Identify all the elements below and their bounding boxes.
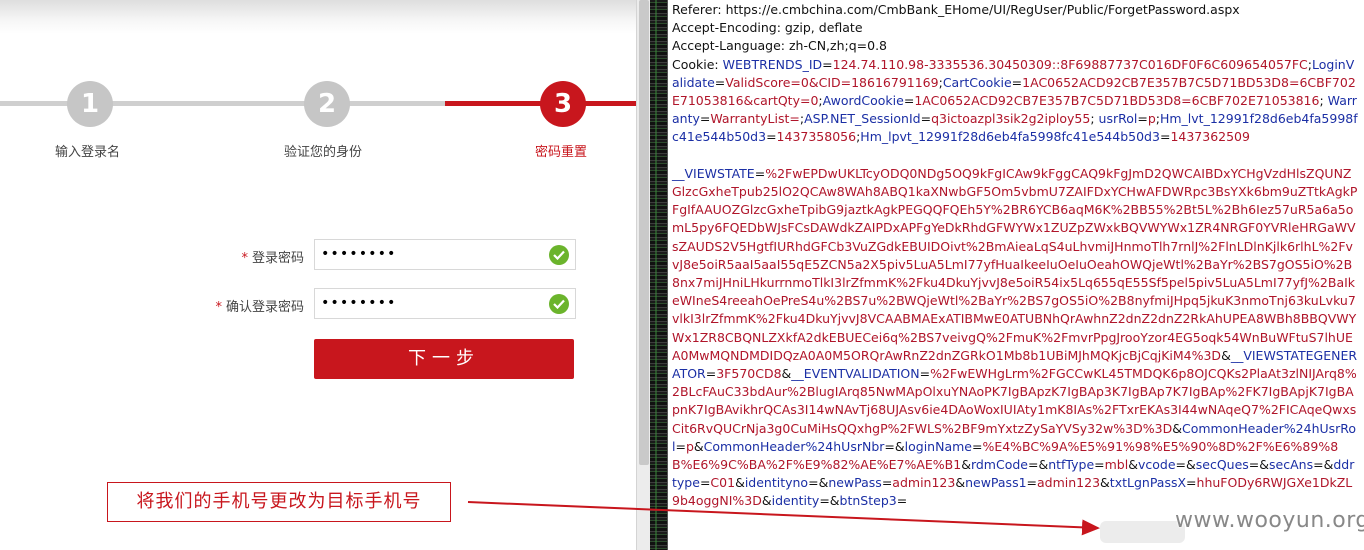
- param-separator: &: [818, 475, 829, 491]
- header-referer: Referer: https://e.cmbchina.com/CmbBank_…: [672, 2, 1240, 17]
- param-key: btnStep3: [839, 493, 897, 509]
- watermark: www.wooyun.org: [1175, 508, 1364, 533]
- param-separator: &: [961, 457, 971, 473]
- param-value: admin123: [892, 475, 956, 491]
- password-row: * 登录密码 ••••••••: [0, 239, 636, 271]
- cookie-value: 1AC0652ACD92CB7E357B7C5D71BD53D8=6CBF702…: [914, 93, 1320, 109]
- cookie-key: CartCookie: [942, 74, 1012, 90]
- required-mark: *: [241, 251, 248, 266]
- cookie-key: WEBTRENDS_ID: [722, 56, 823, 72]
- cookie-prefix: Cookie:: [672, 56, 723, 72]
- param-value: mbl: [1104, 457, 1129, 473]
- confirm-password-label: * 确认登录密码: [215, 296, 304, 315]
- param-separator: &: [955, 475, 966, 491]
- param-key: vcode: [1137, 457, 1176, 473]
- cookie-separator: ;: [1319, 93, 1328, 109]
- cookie-value: ValidScore=0&CID=18616791169: [725, 74, 939, 90]
- password-label-text: 登录密码: [251, 251, 304, 266]
- param-key: txtLgnPassX: [1109, 475, 1187, 491]
- param-key: loginName: [904, 438, 972, 454]
- required-mark: *: [215, 300, 222, 315]
- pane-divider-line: [655, 0, 657, 550]
- cookie-value: q3ictoazpl3sik2g2iploy55: [931, 111, 1091, 127]
- param-value: %2FwEPDwUKLTcyODQ0NDg5OQ9kFgICAw9kFggCAQ…: [672, 165, 1358, 363]
- annotation-callout: 将我们的手机号更改为目标手机号: [107, 482, 451, 522]
- confirm-label-text: 确认登录密码: [225, 300, 304, 315]
- cookie-key: AwordCookie: [822, 93, 904, 109]
- cookie-value: 1437362509: [1170, 129, 1250, 145]
- param-separator: &: [1172, 420, 1182, 436]
- param-key: ntfType: [1048, 457, 1095, 473]
- step-2-label: 验证您的身份: [284, 145, 363, 160]
- pane-divider: [650, 0, 667, 550]
- param-key: __EVENTVALIDATION: [791, 366, 920, 382]
- param-separator: &: [1128, 457, 1138, 473]
- param-separator: &: [781, 366, 792, 382]
- param-value: C01: [710, 475, 736, 491]
- step-1-circle: 1: [67, 81, 113, 127]
- cookie-key: usrRol: [1098, 111, 1138, 127]
- param-value: p: [685, 438, 694, 454]
- param-separator: &: [1323, 457, 1334, 473]
- step-1-label: 输入登录名: [55, 145, 121, 160]
- left-scrollbar-thumb[interactable]: [639, 0, 649, 465]
- param-separator: &: [1259, 457, 1270, 473]
- cookie-value: p: [1147, 111, 1156, 127]
- cookie-value: 124.74.110.98-3335536.30450309::8F698877…: [832, 56, 1308, 72]
- param-key: identity: [771, 493, 820, 509]
- param-value: 3F570CD8: [716, 366, 782, 382]
- header-fade: [0, 0, 636, 34]
- cookie-value: 1437358056: [776, 129, 857, 145]
- param-key: rdmCode: [970, 457, 1028, 473]
- header-accept-encoding: Accept-Encoding: gzip, deflate: [672, 20, 863, 36]
- param-separator: &: [829, 493, 840, 509]
- param-separator: &: [1038, 457, 1049, 473]
- param-separator: &: [1221, 347, 1231, 363]
- step-3-circle: 3: [540, 81, 586, 127]
- redacted-phone-number: [1100, 521, 1185, 543]
- request-body: __VIEWSTATE=%2FwEPDwUKLTcyODQ0NDg5OQ9kFg…: [672, 165, 1358, 509]
- param-separator: &: [1100, 475, 1110, 491]
- cookie-key: Hm_lpvt_12991f28d6eb4fa5998fc41e544b50d3: [860, 129, 1160, 145]
- confirm-password-row: * 确认登录密码 ••••••••: [0, 288, 636, 320]
- left-scrollbar[interactable]: [636, 0, 650, 550]
- cookie-key: ASP.NET_SessionId: [804, 111, 921, 127]
- param-key: __VIEWSTATE: [672, 165, 755, 181]
- param-separator: &: [1186, 457, 1196, 473]
- param-separator: &: [761, 493, 772, 509]
- next-step-button[interactable]: 下一步: [314, 339, 574, 379]
- request-text: Referer: https://e.cmbchina.com/CmbBank_…: [672, 1, 1358, 511]
- param-key: secAns: [1269, 457, 1314, 473]
- password-input[interactable]: ••••••••: [314, 239, 576, 270]
- param-separator: &: [735, 475, 745, 491]
- step-2-circle: 2: [304, 81, 350, 127]
- param-key: identityno: [744, 475, 809, 491]
- param-separator: &: [693, 438, 704, 454]
- step-3-label: 密码重置: [535, 145, 588, 160]
- param-value: admin123: [1037, 475, 1101, 491]
- header-accept-language: Accept-Language: zh-CN,zh;q=0.8: [672, 38, 888, 54]
- check-icon: [549, 245, 569, 265]
- check-icon: [549, 294, 569, 314]
- param-key: newPass1: [965, 475, 1027, 491]
- confirm-password-input[interactable]: ••••••••: [314, 288, 576, 319]
- cookie-value: WarrantyList=: [710, 111, 800, 127]
- password-label: * 登录密码: [241, 247, 304, 266]
- cookie-separator: ;: [1090, 111, 1099, 127]
- header-cookie: Cookie: WEBTRENDS_ID=124.74.110.98-33355…: [672, 56, 1358, 145]
- http-request-pane: Referer: https://e.cmbchina.com/CmbBank_…: [667, 0, 1364, 550]
- param-key: CommonHeader%24hUsrNbr: [703, 438, 885, 454]
- param-key: newPass: [828, 475, 882, 491]
- reset-password-panel: 1 2 3 输入登录名 验证您的身份 密码重置 * 登录密码 •••••••• *…: [0, 0, 636, 550]
- param-key: secQues: [1195, 457, 1249, 473]
- param-separator: &: [894, 438, 905, 454]
